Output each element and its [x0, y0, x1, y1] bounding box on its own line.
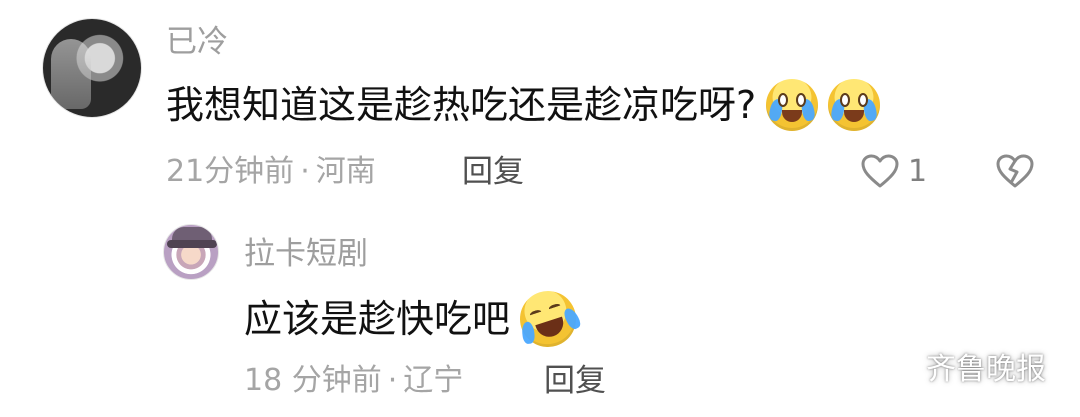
reply-button[interactable]: 回复	[462, 155, 524, 189]
comment-time: 21分钟前	[166, 154, 295, 189]
crying-laughing-icon	[766, 79, 819, 131]
tear-icon	[561, 306, 583, 332]
meta-separator: ·	[387, 363, 398, 398]
avatar[interactable]	[42, 18, 142, 118]
eye-icon	[529, 308, 543, 319]
reply-time: 18 分钟前	[244, 363, 382, 398]
rolling-laughing-icon	[512, 283, 584, 355]
broken-heart-icon	[996, 154, 1034, 188]
comment-location: 河南	[315, 154, 376, 189]
watermark: 齐鲁晚报	[872, 351, 1046, 389]
comment-screen: 已冷 我想知道这是趁热吃还是趁凉吃呀? 21分钟前 · 河南 回复 1 拉卡短剧…	[0, 0, 1080, 417]
tear-icon	[521, 321, 536, 345]
heart-outline-icon	[861, 154, 899, 188]
comment-author-name: 已冷	[166, 24, 228, 60]
mouth-icon	[535, 316, 567, 341]
comment-content: 我想知道这是趁热吃还是趁凉吃呀?	[166, 79, 881, 131]
reply-text: 应该是趁快吃吧	[244, 297, 511, 341]
watermark-text: 齐鲁晚报	[926, 352, 1046, 387]
meta-separator: ·	[300, 154, 310, 189]
reply-location: 辽宁	[403, 363, 464, 398]
reply-author-name: 拉卡短剧	[244, 236, 368, 272]
mouth-icon	[782, 110, 803, 122]
eye-icon	[548, 302, 562, 313]
comment-text: 我想知道这是趁热吃还是趁凉吃呀?	[166, 83, 757, 127]
reply-button[interactable]: 回复	[544, 364, 606, 398]
wechat-icon	[872, 352, 915, 388]
reply-content: 应该是趁快吃吧	[244, 283, 584, 355]
mouth-icon	[844, 110, 865, 122]
reply-meta: 18 分钟前 · 辽宁	[244, 364, 463, 398]
reply-avatar[interactable]	[163, 224, 219, 280]
crying-laughing-icon	[828, 79, 881, 131]
dislike-button[interactable]	[995, 153, 1035, 193]
like-button[interactable]: 1	[860, 153, 927, 189]
like-count: 1	[908, 153, 928, 189]
eye-icon	[778, 93, 789, 107]
eye-icon	[840, 93, 851, 107]
comment-meta: 21分钟前 · 河南	[166, 155, 376, 189]
